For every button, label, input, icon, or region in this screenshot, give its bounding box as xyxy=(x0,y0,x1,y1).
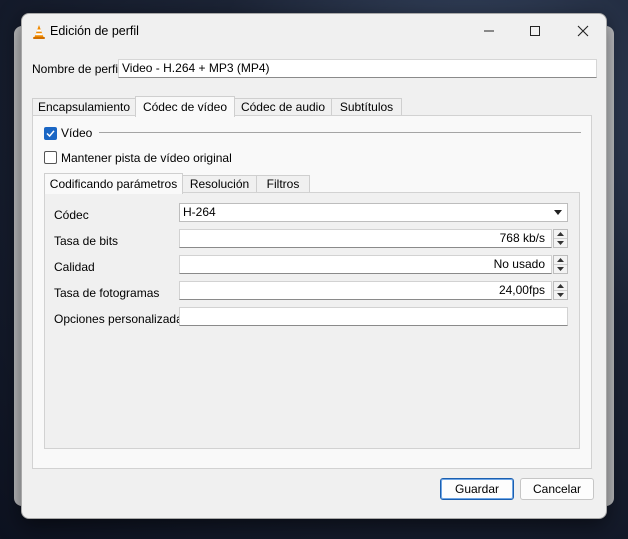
codec-select[interactable]: H-264 xyxy=(179,203,568,222)
bitrate-increment[interactable] xyxy=(554,230,567,239)
arrow-up-icon xyxy=(557,284,564,288)
quality-decrement[interactable] xyxy=(554,265,567,273)
quality-label: Calidad xyxy=(54,260,95,274)
codec-label: Códec xyxy=(54,208,89,222)
tab-filters[interactable]: Filtros xyxy=(256,175,310,193)
checkmark-icon xyxy=(46,130,55,138)
encoding-params-panel: Códec H-264 Tasa de bits 768 kb/s Calida… xyxy=(44,192,580,449)
framerate-value: 24,00fps xyxy=(498,283,545,297)
custom-options-input[interactable] xyxy=(179,307,568,326)
framerate-label: Tasa de fotogramas xyxy=(54,286,160,300)
profile-name-input[interactable]: Video - H.264 + MP3 (MP4) xyxy=(118,59,597,78)
tab-encoding-params[interactable]: Codificando parámetros xyxy=(44,173,183,194)
bitrate-input[interactable]: 768 kb/s xyxy=(179,229,552,248)
bitrate-spinner[interactable] xyxy=(553,229,568,248)
framerate-input[interactable]: 24,00fps xyxy=(179,281,552,300)
arrow-up-icon xyxy=(557,258,564,262)
maximize-button[interactable] xyxy=(512,14,558,48)
bitrate-value: 768 kb/s xyxy=(499,231,545,245)
arrow-up-icon xyxy=(557,232,564,236)
profile-name-label: Nombre de perfil xyxy=(32,62,121,76)
framerate-increment[interactable] xyxy=(554,282,567,291)
framerate-decrement[interactable] xyxy=(554,291,567,299)
minimize-button[interactable] xyxy=(466,14,512,48)
framerate-spinner[interactable] xyxy=(553,281,568,300)
close-button[interactable] xyxy=(560,14,606,48)
vlc-cone-icon xyxy=(31,24,47,40)
arrow-down-icon xyxy=(557,293,564,297)
codec-value: H-264 xyxy=(183,205,216,219)
tab-resolution[interactable]: Resolución xyxy=(182,175,257,193)
profile-edit-dialog: Edición de perfil Nombre de perfil Video… xyxy=(21,13,607,519)
custom-options-label: Opciones personalizadas xyxy=(54,312,189,326)
chevron-down-icon xyxy=(554,210,562,215)
tab-encapsulation[interactable]: Encapsulamiento xyxy=(32,98,136,116)
bitrate-decrement[interactable] xyxy=(554,239,567,247)
save-button[interactable]: Guardar xyxy=(440,478,514,500)
keep-original-video-label: Mantener pista de vídeo original xyxy=(61,151,232,165)
maximize-icon xyxy=(530,26,540,36)
title-bar[interactable]: Edición de perfil xyxy=(22,14,606,50)
keep-original-video-checkbox[interactable] xyxy=(44,151,57,164)
quality-input[interactable]: No usado xyxy=(179,255,552,274)
video-checkbox[interactable] xyxy=(44,127,57,140)
cancel-button[interactable]: Cancelar xyxy=(520,478,594,500)
minimize-icon xyxy=(484,30,494,32)
video-label: Vídeo xyxy=(61,126,93,140)
tab-subtitles[interactable]: Subtítulos xyxy=(331,98,402,116)
window-title: Edición de perfil xyxy=(50,24,139,38)
close-icon xyxy=(577,25,589,37)
tab-video-codec[interactable]: Códec de vídeo xyxy=(135,96,235,117)
video-codec-panel: Vídeo Mantener pista de vídeo original C… xyxy=(32,115,592,469)
quality-value: No usado xyxy=(493,257,545,271)
tab-audio-codec[interactable]: Códec de audio xyxy=(234,98,332,116)
group-divider xyxy=(99,132,581,133)
quality-spinner[interactable] xyxy=(553,255,568,274)
arrow-down-icon xyxy=(557,267,564,271)
quality-increment[interactable] xyxy=(554,256,567,265)
bitrate-label: Tasa de bits xyxy=(54,234,119,248)
arrow-down-icon xyxy=(557,241,564,245)
